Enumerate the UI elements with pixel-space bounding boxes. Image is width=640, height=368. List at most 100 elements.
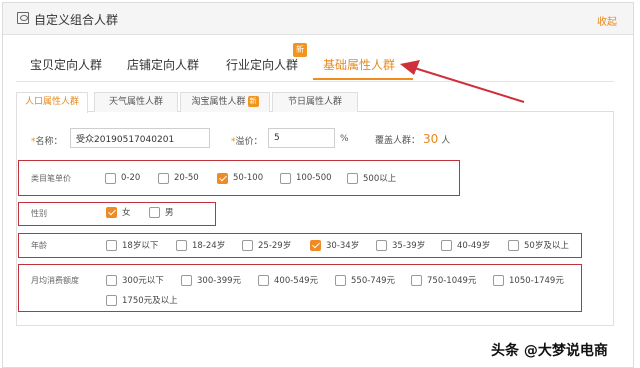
subtab-taobao-label: 淘宝属性人群 bbox=[191, 97, 246, 107]
subtab-weather-label: 天气属性人群 bbox=[108, 97, 163, 107]
coverage-label: 覆盖人群： bbox=[375, 136, 421, 146]
option-label: 18岁以下 bbox=[122, 241, 159, 251]
option-age-30-34[interactable]: 30-34岁 bbox=[310, 239, 359, 251]
name-input[interactable] bbox=[70, 128, 210, 148]
option-label: 25-29岁 bbox=[258, 241, 292, 251]
subtab-taobao[interactable]: 淘宝属性人群新 bbox=[180, 92, 270, 112]
coverage-unit: 人 bbox=[441, 136, 451, 146]
panel-header: 自定义组合人群 收起 bbox=[3, 3, 633, 35]
option-spend-under-300[interactable]: 300元以下 bbox=[106, 274, 164, 286]
checkbox[interactable] bbox=[376, 239, 387, 251]
option-spend-300-399[interactable]: 300-399元 bbox=[181, 274, 241, 286]
checkbox[interactable] bbox=[258, 274, 269, 286]
option-age-25-29[interactable]: 25-29岁 bbox=[242, 239, 291, 251]
option-label: 500以上 bbox=[363, 174, 397, 184]
option-spend-1050-1749[interactable]: 1050-1749元 bbox=[493, 274, 564, 286]
monthly-spend-label: 月均消费额度 bbox=[31, 276, 79, 285]
new-badge: 新 bbox=[293, 43, 307, 57]
option-label: 550-749元 bbox=[351, 276, 396, 286]
bid-input[interactable] bbox=[268, 128, 335, 148]
watermark: 头条 @大梦说电商 bbox=[491, 343, 608, 359]
option-age-50-plus[interactable]: 50岁及以上 bbox=[508, 239, 569, 251]
coverage-stat: 覆盖人群： 30 人 bbox=[375, 132, 450, 146]
option-label: 0-20 bbox=[121, 173, 141, 183]
option-label: 18-24岁 bbox=[192, 241, 226, 251]
option-label: 300-399元 bbox=[197, 276, 242, 286]
checkbox[interactable] bbox=[176, 239, 187, 251]
checkbox[interactable] bbox=[181, 274, 192, 286]
highlight-box-monthly-spend bbox=[18, 264, 582, 312]
option-label: 400-549元 bbox=[274, 276, 319, 286]
option-label: 1050-1749元 bbox=[509, 276, 564, 286]
option-spend-550-749[interactable]: 550-749元 bbox=[335, 274, 395, 286]
option-age-under-18[interactable]: 18岁以下 bbox=[106, 239, 158, 251]
option-label: 35-39岁 bbox=[392, 241, 426, 251]
option-label: 750-1049元 bbox=[427, 276, 477, 286]
option-label: 男 bbox=[165, 208, 174, 218]
tab-shop-targeting[interactable]: 店铺定向人群 bbox=[127, 56, 199, 73]
checkbox[interactable] bbox=[335, 274, 346, 286]
option-gender-female[interactable]: 女 bbox=[106, 206, 131, 218]
option-age-35-39[interactable]: 35-39岁 bbox=[376, 239, 425, 251]
tab-item-targeting[interactable]: 宝贝定向人群 bbox=[30, 56, 102, 73]
option-label: 50岁及以上 bbox=[524, 241, 569, 251]
category-price-label: 类目笔单价 bbox=[31, 174, 71, 183]
checkbox[interactable] bbox=[106, 274, 117, 286]
checkbox[interactable] bbox=[508, 239, 519, 251]
gender-label: 性别 bbox=[31, 209, 47, 218]
option-label: 50-100 bbox=[233, 173, 264, 183]
subtab-demographic[interactable]: 人口属性人群 bbox=[16, 92, 88, 113]
option-age-18-24[interactable]: 18-24岁 bbox=[176, 239, 225, 251]
name-label: *名称： bbox=[31, 134, 63, 147]
checkbox[interactable] bbox=[106, 294, 117, 306]
option-label: 40-49岁 bbox=[457, 241, 491, 251]
option-price-500-plus[interactable]: 500以上 bbox=[347, 172, 396, 184]
bid-label-text: 溢价： bbox=[235, 137, 263, 147]
option-price-20-50[interactable]: 20-50 bbox=[158, 172, 199, 184]
checkbox[interactable] bbox=[441, 239, 452, 251]
collapse-link[interactable]: 收起 bbox=[597, 13, 617, 28]
checkbox[interactable] bbox=[158, 172, 169, 184]
checkbox[interactable] bbox=[280, 172, 291, 184]
option-age-40-49[interactable]: 40-49岁 bbox=[441, 239, 490, 251]
option-spend-400-549[interactable]: 400-549元 bbox=[258, 274, 318, 286]
highlight-box-age bbox=[18, 233, 582, 258]
option-price-50-100[interactable]: 50-100 bbox=[217, 172, 263, 184]
new-badge: 新 bbox=[247, 96, 259, 107]
tab-basic-attributes[interactable]: 基础属性人群 bbox=[323, 56, 395, 73]
checkbox-checked[interactable] bbox=[217, 172, 228, 184]
checkbox[interactable] bbox=[105, 172, 116, 184]
tab-industry-targeting[interactable]: 行业定向人群 bbox=[226, 56, 298, 73]
checkbox-checked[interactable] bbox=[106, 206, 117, 218]
sub-tabs: 人口属性人群 天气属性人群 淘宝属性人群新 节日属性人群 bbox=[16, 92, 614, 113]
checkbox[interactable] bbox=[493, 274, 504, 286]
option-price-0-20[interactable]: 0-20 bbox=[105, 172, 140, 184]
option-spend-750-1049[interactable]: 750-1049元 bbox=[411, 274, 476, 286]
option-label: 20-50 bbox=[174, 173, 199, 183]
checkbox[interactable] bbox=[347, 172, 358, 184]
age-label: 年龄 bbox=[31, 241, 47, 250]
name-label-text: 名称： bbox=[35, 137, 63, 147]
checkbox[interactable] bbox=[411, 274, 422, 286]
checkbox[interactable] bbox=[242, 239, 253, 251]
option-label: 300元以下 bbox=[122, 276, 164, 286]
coverage-value: 30 bbox=[423, 132, 439, 146]
option-price-100-500[interactable]: 100-500 bbox=[280, 172, 332, 184]
checkbox[interactable] bbox=[106, 239, 117, 251]
option-label: 100-500 bbox=[296, 173, 332, 183]
bid-unit: % bbox=[340, 134, 349, 144]
option-label: 1750元及以上 bbox=[122, 296, 178, 306]
audience-icon bbox=[17, 12, 29, 24]
option-label: 女 bbox=[122, 208, 131, 218]
bid-label: *溢价： bbox=[231, 134, 263, 147]
subtab-holiday[interactable]: 节日属性人群 bbox=[272, 92, 358, 112]
option-spend-1750-plus[interactable]: 1750元及以上 bbox=[106, 294, 178, 306]
subtab-demographic-label: 人口属性人群 bbox=[24, 97, 79, 107]
subtab-weather[interactable]: 天气属性人群 bbox=[94, 92, 178, 112]
checkbox-checked[interactable] bbox=[310, 239, 321, 251]
panel-title: 自定义组合人群 bbox=[34, 13, 119, 27]
checkbox[interactable] bbox=[149, 206, 160, 218]
subtab-holiday-label: 节日属性人群 bbox=[287, 97, 342, 107]
option-gender-male[interactable]: 男 bbox=[149, 206, 174, 218]
option-label: 30-34岁 bbox=[326, 241, 360, 251]
